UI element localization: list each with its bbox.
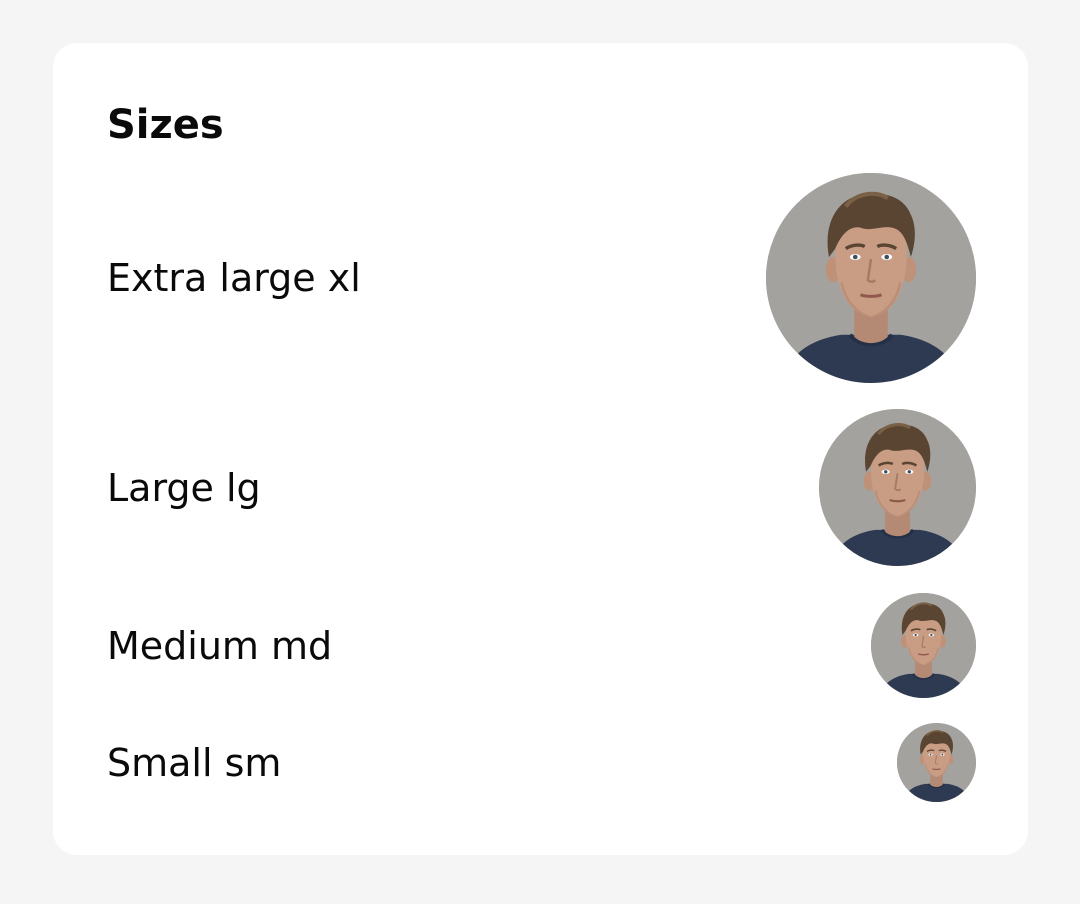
person-portrait-image xyxy=(766,173,976,383)
avatar-size-label: Large lg xyxy=(107,465,261,510)
avatar-row-sm: Small sm xyxy=(107,723,976,802)
avatar-row-md: Medium md xyxy=(107,593,976,698)
avatar-sm xyxy=(897,723,976,802)
avatar-row-lg: Large lg xyxy=(107,409,976,566)
sizes-card: Sizes Extra large xl Large lg Medium md … xyxy=(53,43,1028,855)
avatar-lg xyxy=(819,409,976,566)
avatar-size-label: Extra large xl xyxy=(107,256,361,300)
person-portrait-image xyxy=(897,723,976,802)
avatar-row-xl: Extra large xl xyxy=(107,173,976,383)
avatar-size-label: Small sm xyxy=(107,740,282,785)
person-portrait-image xyxy=(871,593,976,698)
card-title: Sizes xyxy=(107,102,224,148)
person-portrait-image xyxy=(819,409,976,566)
avatar-md xyxy=(871,593,976,698)
avatar-size-label: Medium md xyxy=(107,623,333,668)
avatar-xl xyxy=(766,173,976,383)
